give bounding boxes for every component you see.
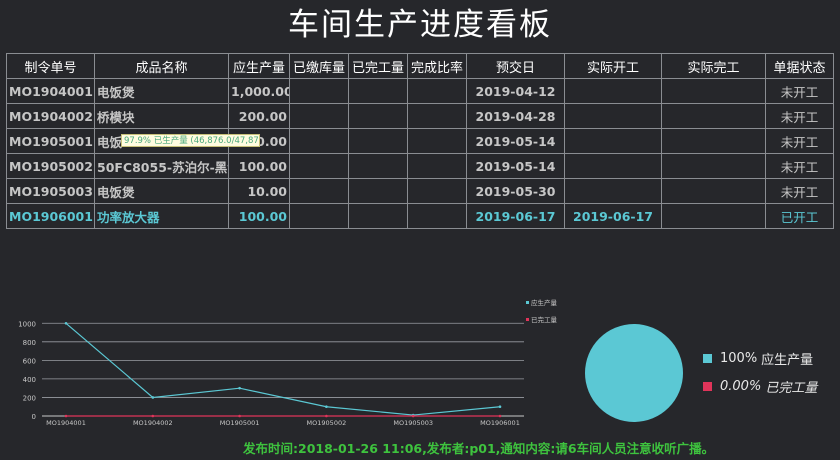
dashboard-page: 车间生产进度看板 制令单号 成品名称 应生产量 已缴库量 已完工量 完成比率 预… <box>0 0 840 460</box>
notice-marquee: 发布时间:2018-01-26 11:06,发布者:p01,通知内容:请6车间人… <box>243 441 715 456</box>
notice-clip: 发布时间:2018-01-26 11:06,发布者:p01,通知内容:请6车间人… <box>0 0 840 460</box>
